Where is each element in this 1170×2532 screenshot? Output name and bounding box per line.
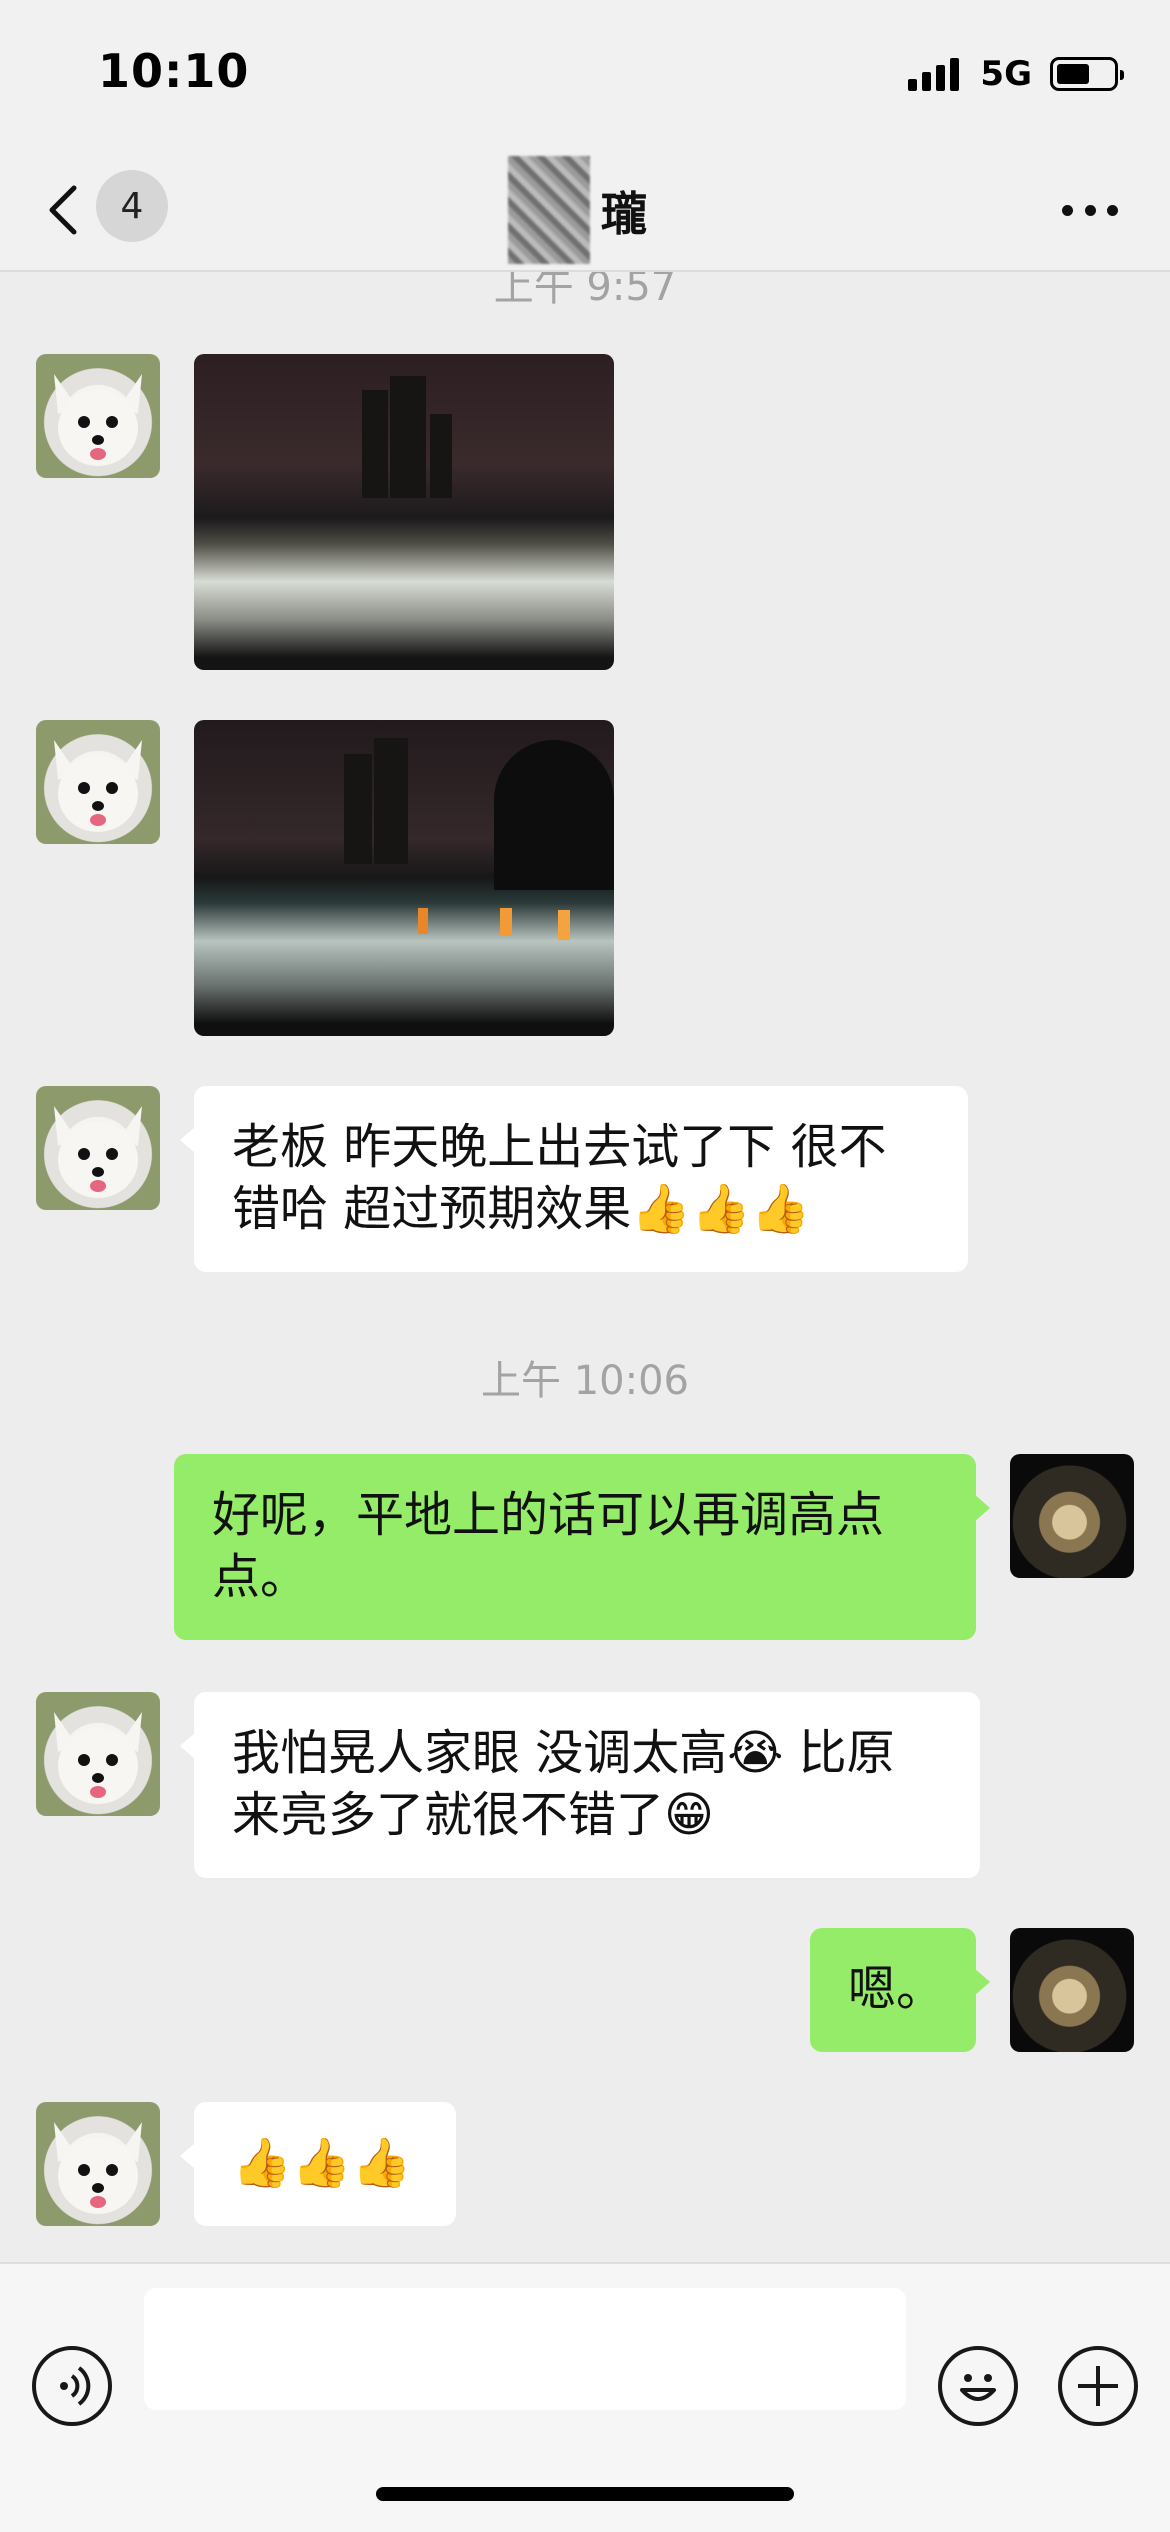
photo-building bbox=[362, 390, 388, 498]
self-avatar[interactable] bbox=[1010, 1928, 1134, 2052]
image-message[interactable] bbox=[194, 720, 614, 1036]
status-bar: 10:10 5G bbox=[0, 0, 1170, 150]
chat-title: 瓏 bbox=[0, 178, 1170, 244]
message-input[interactable] bbox=[144, 2288, 906, 2410]
dog-avatar-icon bbox=[54, 740, 142, 832]
message-bubble[interactable]: 老板 昨天晚上出去试了下 很不错哈 超过预期效果👍👍👍 bbox=[180, 1086, 968, 1272]
voice-icon bbox=[60, 2366, 91, 2406]
contact-avatar[interactable] bbox=[36, 1692, 160, 1816]
more-options-button[interactable] bbox=[1058, 2346, 1138, 2426]
home-indicator[interactable] bbox=[376, 2487, 794, 2501]
photo-cone bbox=[500, 908, 512, 936]
signal-icon bbox=[908, 57, 964, 91]
self-avatar[interactable] bbox=[1010, 1454, 1134, 1578]
photo-building bbox=[344, 754, 372, 864]
photo-cone bbox=[418, 908, 428, 934]
dog-avatar-icon bbox=[54, 1106, 142, 1198]
status-indicators: 5G bbox=[908, 54, 1124, 94]
photo-building bbox=[430, 414, 452, 498]
photo-building bbox=[390, 376, 426, 498]
voice-button[interactable] bbox=[32, 2346, 112, 2426]
ellipsis-icon bbox=[1062, 204, 1073, 216]
dog-avatar-icon bbox=[54, 374, 142, 466]
emoji-icon bbox=[960, 2374, 996, 2401]
timestamp: 上午 10:06 bbox=[481, 1358, 689, 1404]
ellipsis-dot bbox=[1084, 204, 1096, 216]
contact-avatar[interactable] bbox=[36, 2102, 160, 2226]
message-bubble-sent[interactable]: 好呢，平地上的话可以再调高点点。 bbox=[174, 1454, 990, 1640]
more-button[interactable] bbox=[1062, 200, 1118, 220]
battery-level bbox=[1057, 64, 1090, 84]
photo-building bbox=[374, 738, 408, 864]
message-bubble[interactable]: 👍👍👍 bbox=[180, 2102, 456, 2226]
message-bubble-sent[interactable]: 嗯。 bbox=[810, 1928, 990, 2052]
chat-title-text: 瓏 bbox=[601, 187, 647, 241]
ellipsis-dot bbox=[1107, 204, 1118, 216]
plus-icon bbox=[1078, 2366, 1118, 2406]
timestamp: 上午 9:57 bbox=[493, 272, 677, 310]
emoji-button[interactable] bbox=[938, 2346, 1018, 2426]
photo-tree bbox=[494, 740, 614, 890]
network-label: 5G bbox=[980, 54, 1032, 94]
photo-cone bbox=[558, 910, 570, 940]
contact-avatar[interactable] bbox=[36, 354, 160, 478]
message-list[interactable]: 上午 9:57 老板 昨天晚上出去试了下 很不错哈 超过预期效果👍👍👍 上午 1… bbox=[0, 272, 1170, 2262]
chat-header: 4 瓏 bbox=[0, 150, 1170, 272]
contact-avatar[interactable] bbox=[36, 1086, 160, 1210]
message-bubble[interactable]: 我怕晃人家眼 没调太高😭 比原来亮多了就很不错了😁 bbox=[180, 1692, 980, 1878]
contact-avatar[interactable] bbox=[36, 720, 160, 844]
status-time: 10:10 bbox=[98, 44, 250, 98]
battery-icon bbox=[1050, 57, 1124, 91]
image-message[interactable] bbox=[194, 354, 614, 670]
dog-avatar-icon bbox=[54, 1712, 142, 1804]
dog-avatar-icon bbox=[54, 2122, 142, 2214]
